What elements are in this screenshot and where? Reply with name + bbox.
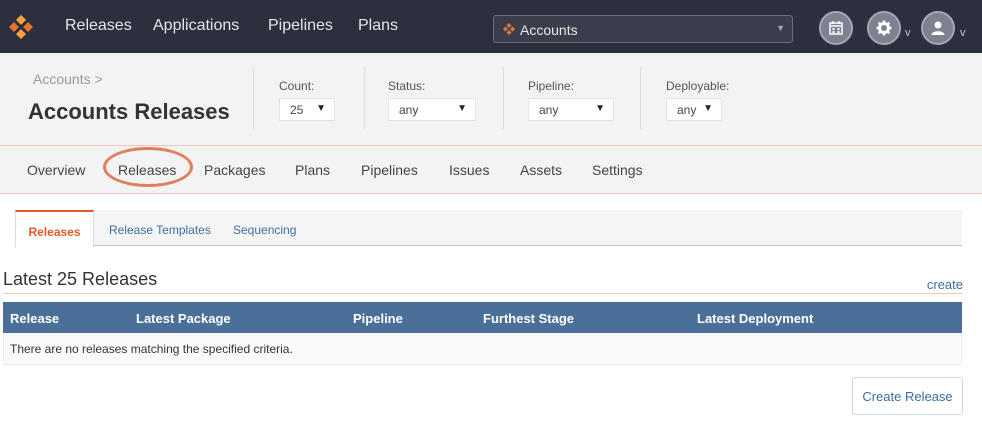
tab-release-templates[interactable]: Release Templates bbox=[109, 210, 211, 246]
pipeline-label: Pipeline: bbox=[528, 79, 575, 93]
divider bbox=[253, 67, 254, 129]
nav-plans[interactable]: Plans bbox=[358, 17, 398, 35]
subnav-pipelines[interactable]: Pipelines bbox=[361, 162, 418, 178]
subnav-settings[interactable]: Settings bbox=[592, 162, 643, 178]
top-navbar: Releases Applications Pipelines Plans Ac… bbox=[0, 0, 982, 53]
count-value: 25 bbox=[290, 103, 304, 117]
count-label: Count: bbox=[279, 79, 315, 93]
calendar-icon bbox=[829, 21, 843, 35]
section-title: Latest 25 Releases bbox=[3, 269, 158, 289]
page-header: Accounts > Accounts Releases Count: 25 ▼… bbox=[0, 53, 982, 145]
releases-table: Release Latest Package Pipeline Furthest… bbox=[3, 302, 962, 365]
calendar-button[interactable] bbox=[819, 11, 853, 45]
subnav-packages[interactable]: Packages bbox=[204, 162, 265, 178]
page-title: Accounts Releases bbox=[28, 99, 230, 124]
subnav-releases[interactable]: Releases bbox=[118, 162, 176, 178]
pipeline-select[interactable]: any ▼ bbox=[528, 98, 614, 121]
table-header: Release Latest Package Pipeline Furthest… bbox=[3, 302, 962, 333]
settings-button[interactable] bbox=[867, 11, 901, 45]
count-select[interactable]: 25 ▼ bbox=[279, 98, 335, 121]
deployable-select[interactable]: any ▼ bbox=[666, 98, 722, 121]
subnav-assets[interactable]: Assets bbox=[520, 162, 562, 178]
section-subnav: Overview Releases Packages Plans Pipelin… bbox=[0, 145, 982, 194]
nav-pipelines[interactable]: Pipelines bbox=[268, 17, 333, 35]
column-header-pipeline[interactable]: Pipeline bbox=[353, 311, 403, 326]
logo-icon[interactable] bbox=[8, 14, 34, 40]
user-caret[interactable]: v bbox=[960, 27, 966, 39]
chevron-down-icon: ▼ bbox=[703, 103, 713, 114]
application-select[interactable]: Accounts ▼ bbox=[493, 15, 793, 43]
pipeline-value: any bbox=[539, 103, 559, 117]
deployable-value: any bbox=[677, 103, 697, 117]
settings-caret[interactable]: v bbox=[905, 27, 911, 39]
divider bbox=[364, 67, 365, 129]
table-row: There are no releases matching the speci… bbox=[3, 333, 962, 365]
status-select[interactable]: any ▼ bbox=[388, 98, 476, 121]
divider bbox=[3, 293, 963, 294]
deployable-label: Deployable: bbox=[666, 79, 730, 93]
application-select-value: Accounts bbox=[520, 22, 578, 38]
divider bbox=[640, 67, 641, 129]
tab-sequencing[interactable]: Sequencing bbox=[233, 210, 296, 246]
nav-releases[interactable]: Releases bbox=[65, 17, 132, 35]
column-header-furthest-stage[interactable]: Furthest Stage bbox=[483, 311, 574, 326]
column-header-latest-package[interactable]: Latest Package bbox=[136, 311, 231, 326]
chevron-down-icon: ▼ bbox=[316, 103, 326, 114]
column-header-latest-deployment[interactable]: Latest Deployment bbox=[697, 311, 813, 326]
create-link[interactable]: create bbox=[927, 277, 963, 292]
app-icon bbox=[503, 23, 515, 35]
chevron-down-icon: ▼ bbox=[776, 23, 785, 33]
subnav-overview[interactable]: Overview bbox=[27, 162, 85, 178]
nav-applications[interactable]: Applications bbox=[153, 17, 239, 35]
subnav-plans[interactable]: Plans bbox=[295, 162, 330, 178]
column-header-release[interactable]: Release bbox=[10, 311, 59, 326]
status-value: any bbox=[399, 103, 419, 117]
status-label: Status: bbox=[388, 79, 426, 93]
empty-message: There are no releases matching the speci… bbox=[10, 342, 293, 356]
release-tabs: Releases Release Templates Sequencing bbox=[15, 210, 962, 247]
chevron-down-icon: ▼ bbox=[595, 103, 605, 114]
subnav-issues[interactable]: Issues bbox=[449, 162, 489, 178]
user-icon bbox=[931, 21, 945, 35]
create-release-button[interactable]: Create Release bbox=[852, 377, 963, 415]
tab-releases[interactable]: Releases bbox=[15, 210, 94, 247]
user-button[interactable] bbox=[921, 11, 955, 45]
breadcrumb[interactable]: Accounts > bbox=[33, 71, 103, 87]
divider bbox=[503, 67, 504, 129]
gear-icon bbox=[876, 20, 892, 36]
chevron-down-icon: ▼ bbox=[457, 103, 467, 114]
